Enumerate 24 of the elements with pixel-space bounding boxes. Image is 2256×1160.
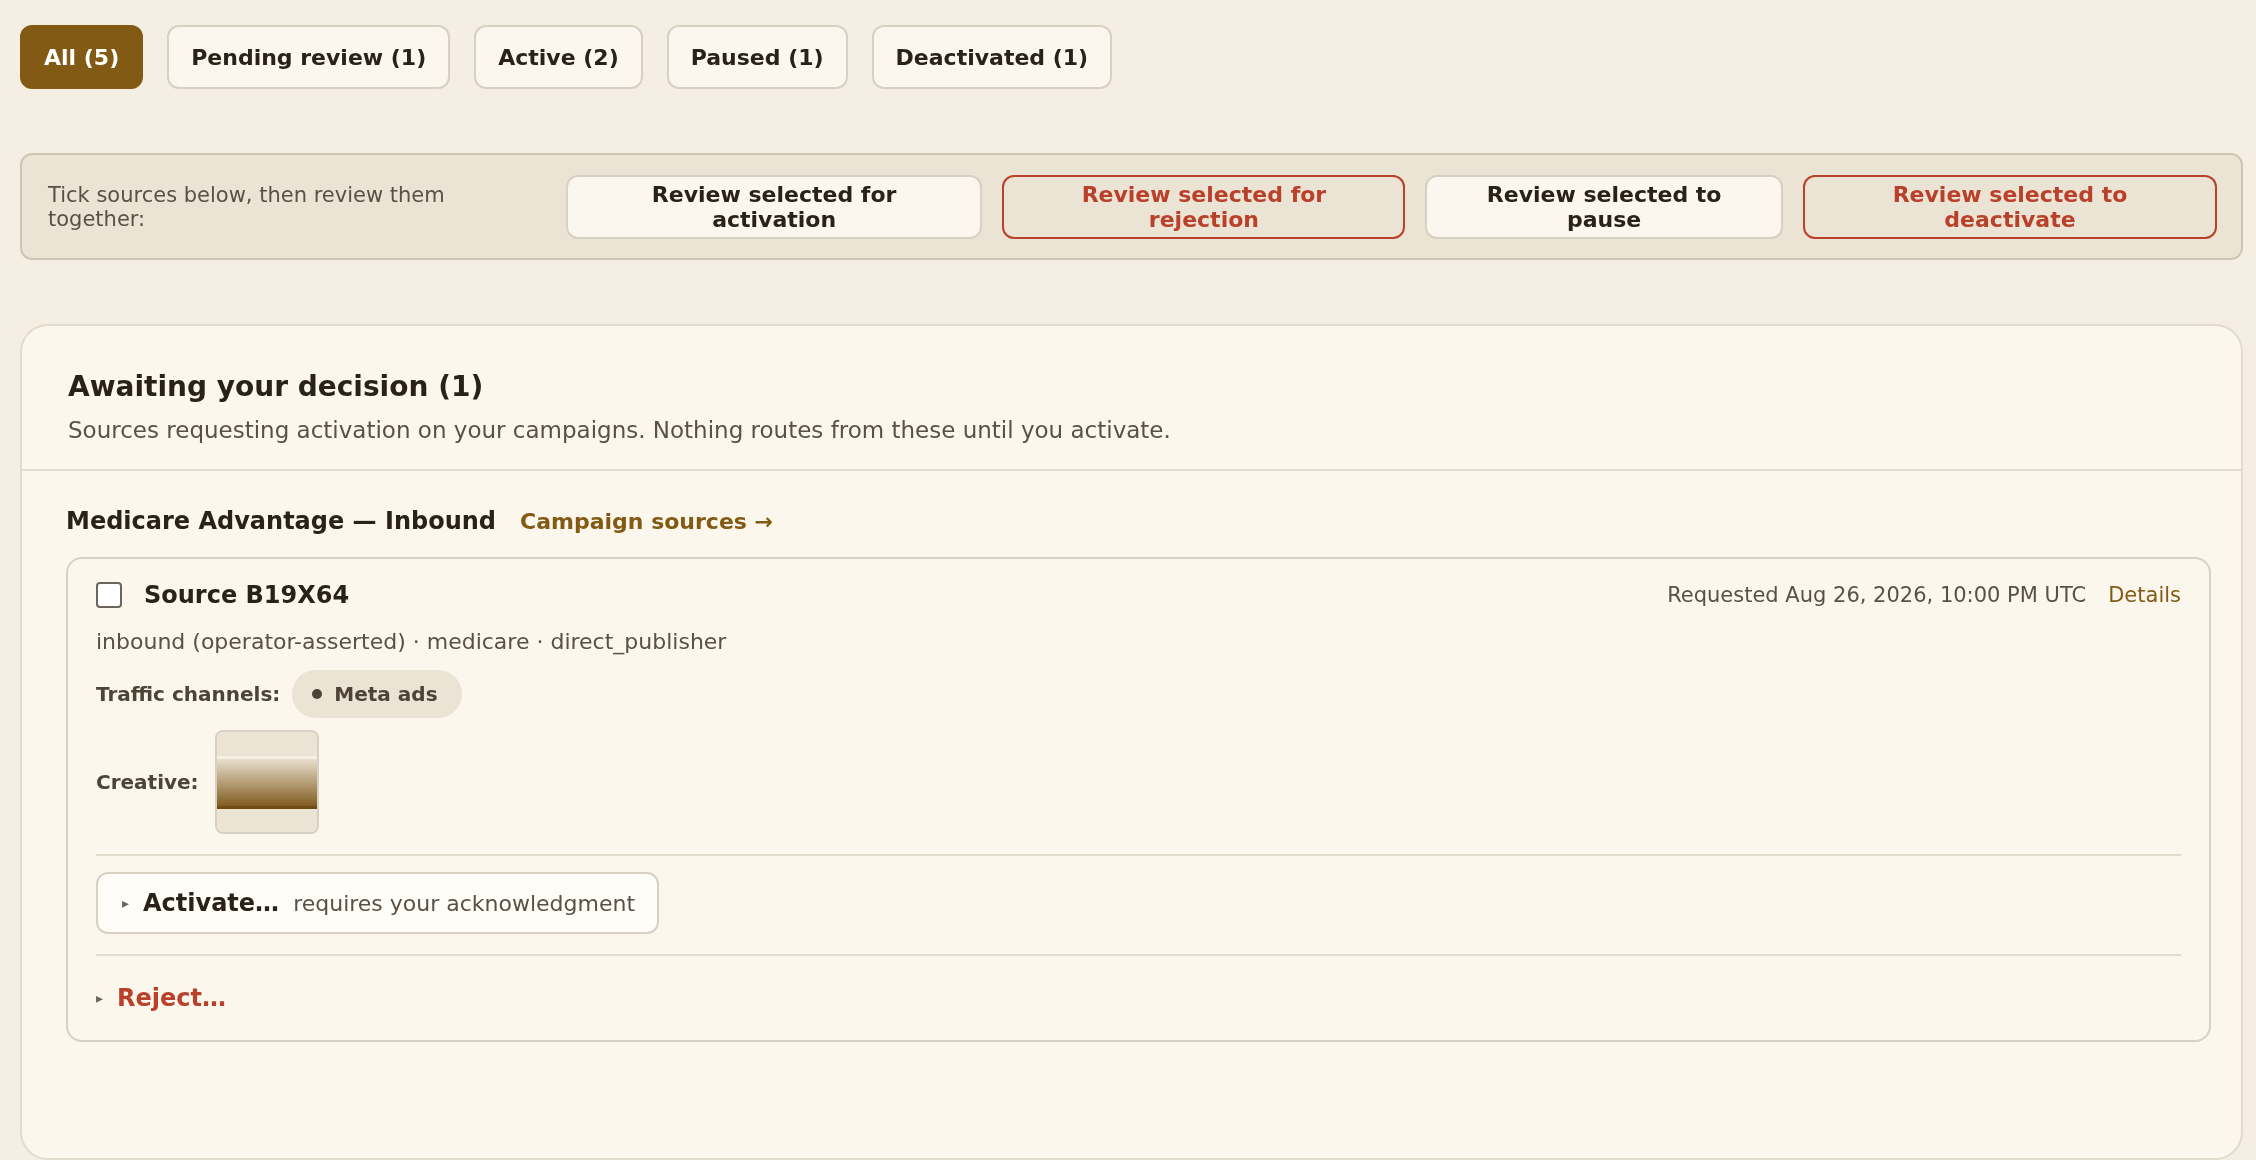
channel-chip: Meta ads xyxy=(292,670,462,718)
campaign-name: Medicare Advantage — Inbound xyxy=(66,507,496,535)
source-meta: inbound (operator-asserted) · medicare · direct_publisher xyxy=(96,629,728,654)
section-title: Awaiting your decision (1) xyxy=(68,370,485,403)
select-checkbox[interactable] xyxy=(96,582,122,608)
requested-time: Requested Aug 26, 2026, 10:00 PM UTC xyxy=(1667,583,2087,607)
reject-disclosure[interactable]: ▸ Reject… xyxy=(96,972,226,1012)
filter-tab[interactable]: All (5) xyxy=(20,25,144,89)
review-button[interactable]: Review selected for activation xyxy=(565,174,983,239)
section-subtitle: Sources requesting activation on your campaigns. Nothing routes from these until you activate. xyxy=(68,417,1172,443)
bulk-hint: Tick sources below, then review them together: xyxy=(48,182,446,231)
filter-tab[interactable]: Pending review (1) xyxy=(167,25,451,89)
filter-tab[interactable]: Deactivated (1) xyxy=(871,25,1113,89)
campaign-sources-link[interactable]: Campaign sources → xyxy=(520,509,773,534)
filter-tab[interactable]: Active (2) xyxy=(474,25,643,89)
details-link[interactable]: Details xyxy=(2108,583,2181,607)
creative-label: Creative: xyxy=(96,770,199,794)
activate-disclosure[interactable]: ▸ Activate… requires your acknowledgment xyxy=(96,872,660,934)
channels-label: Traffic channels: xyxy=(96,682,281,706)
filter-tab[interactable]: Paused (1) xyxy=(666,25,848,89)
source-name: Source B19X64 xyxy=(144,581,350,609)
review-button[interactable]: Review selected to pause xyxy=(1425,174,1783,239)
review-button[interactable]: Review selected for rejection xyxy=(1002,174,1406,239)
review-button[interactable]: Review selected to deactivate xyxy=(1802,174,2217,239)
